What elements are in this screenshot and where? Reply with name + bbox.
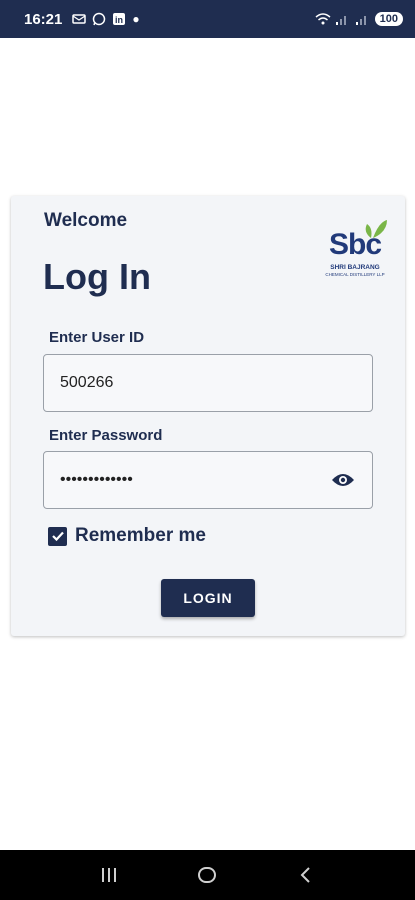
signal-icon [355,12,369,26]
user-id-label: Enter User ID [49,329,145,346]
back-icon[interactable] [286,855,326,895]
home-icon[interactable] [187,855,227,895]
logo-text: Sbc [329,228,382,261]
remember-me-row[interactable]: Remember me [48,525,206,547]
navigation-bar [0,850,415,900]
user-id-value: 500266 [60,374,114,391]
password-label: Enter Password [49,427,163,444]
login-card: Welcome Log In Sbc SHRI BAJRANG CHEMICAL… [11,196,405,636]
status-time: 16:21 [24,10,63,28]
logo-company-subtitle: CHEMICAL DISTILLERY LLP [325,272,385,277]
message-icon [72,12,87,26]
battery-indicator: 100 [374,12,403,26]
whatsapp-icon [92,12,106,26]
password-input[interactable]: ••••••••••••• [43,451,373,509]
recents-icon[interactable] [89,855,129,895]
status-bar: 16:21 in ● 100 [0,0,415,38]
eye-icon[interactable] [330,467,356,493]
company-logo: Sbc SHRI BAJRANG CHEMICAL DISTILLERY LLP [313,216,397,278]
wifi-icon [315,12,331,26]
logo-company-name: SHRI BAJRANG [330,264,380,271]
login-button[interactable]: LOGIN [161,579,255,617]
welcome-text: Welcome [44,210,128,231]
password-value: ••••••••••••• [60,471,133,488]
linkedin-icon: in [112,12,126,26]
page-title: Log In [43,256,151,297]
remember-me-checkbox[interactable] [48,526,67,546]
remember-me-label: Remember me [75,525,206,546]
user-id-input[interactable]: 500266 [43,354,373,412]
svg-text:in: in [115,15,123,25]
dot-icon: ● [132,12,140,26]
signal-icon [335,12,349,26]
